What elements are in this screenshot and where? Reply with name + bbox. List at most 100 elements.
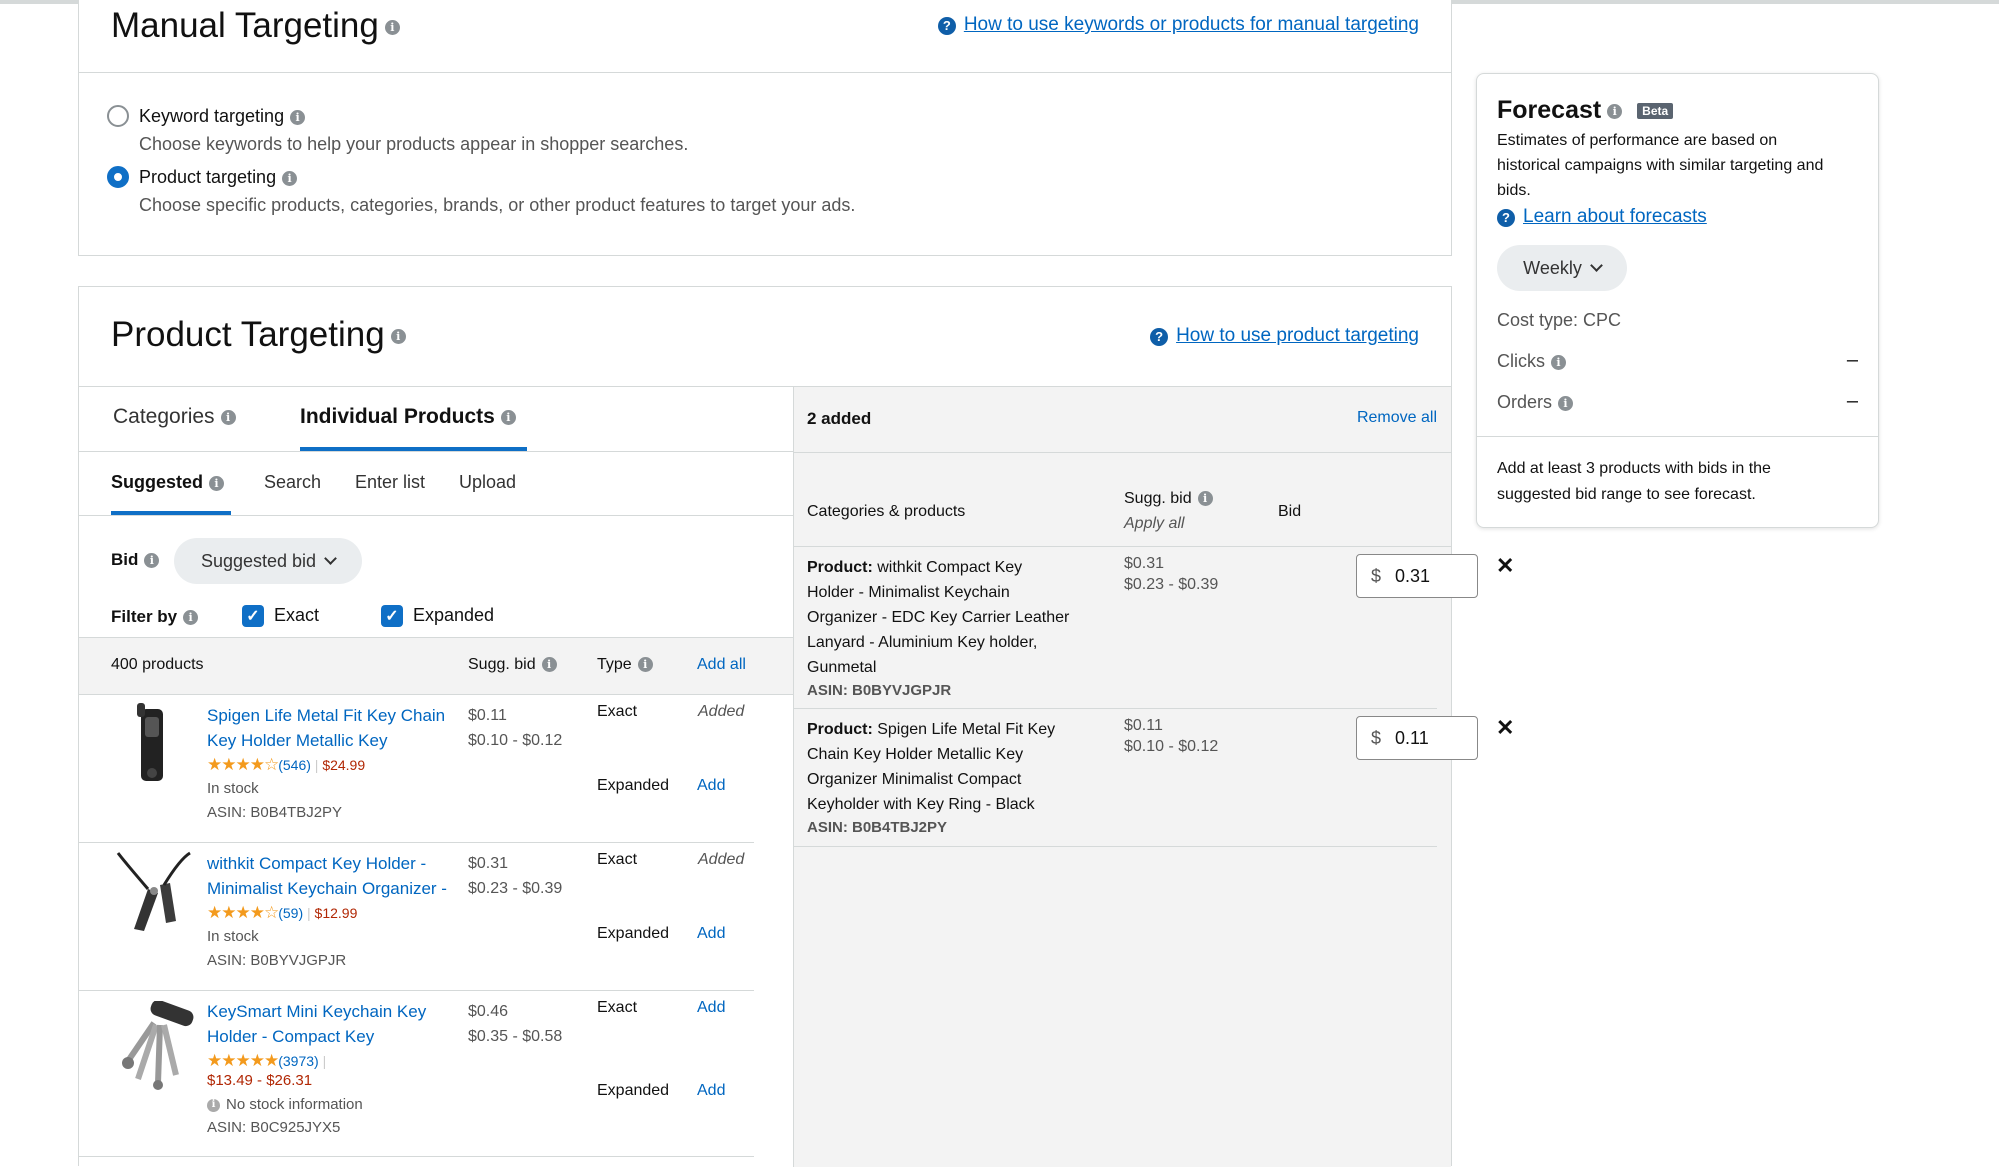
- info-icon[interactable]: i: [1197, 491, 1213, 507]
- keyword-targeting-label[interactable]: Keyword targeting i: [139, 106, 306, 127]
- add-button[interactable]: Add: [697, 1082, 725, 1100]
- divider: [1477, 436, 1878, 437]
- keyword-targeting-label-text[interactable]: Keyword targeting: [139, 106, 284, 126]
- sugg-bid: $0.31 $0.23 - $0.39: [1124, 553, 1218, 595]
- info-icon[interactable]: i: [637, 657, 653, 673]
- info-icon[interactable]: i: [541, 657, 557, 673]
- period-select-value[interactable]: Weekly: [1523, 258, 1582, 279]
- help-icon: ?: [937, 16, 956, 35]
- star-rating-icon: ★★★★☆: [207, 755, 279, 774]
- filter-exact-label[interactable]: Exact: [274, 605, 319, 625]
- product-title-line[interactable]: KeySmart Mini Keychain Key: [207, 999, 426, 1024]
- product-targeting-desc: Choose specific products, categories, br…: [139, 195, 856, 215]
- asin: ASIN: B0B4TBJ2PY: [207, 804, 343, 821]
- product-targeting-label[interactable]: Product targeting i: [139, 167, 298, 188]
- info-icon[interactable]: i: [390, 329, 406, 345]
- manual-help-link[interactable]: ? How to use keywords or products for man…: [937, 14, 1419, 36]
- info-icon[interactable]: i: [282, 170, 298, 186]
- product-title-link[interactable]: withkit Compact Key Holder - Minimalist …: [207, 851, 447, 901]
- remove-all-button[interactable]: Remove all: [1357, 409, 1437, 427]
- forecast-note-line: suggested bid range to see forecast.: [1497, 486, 1756, 503]
- info-icon[interactable]: i: [384, 20, 400, 36]
- tab-categories[interactable]: Categories i: [113, 405, 236, 429]
- product-targeting-label-text[interactable]: Product targeting: [139, 167, 276, 187]
- learn-forecasts-link[interactable]: ? Learn about forecasts: [1497, 206, 1707, 228]
- product-title-line[interactable]: Minimalist Keychain Organizer -: [207, 876, 447, 901]
- divider: [793, 452, 1451, 453]
- product-title-link[interactable]: KeySmart Mini Keychain Key Holder - Comp…: [207, 999, 426, 1049]
- manual-help-link-text[interactable]: How to use keywords or products for manu…: [964, 14, 1419, 35]
- list-item: Spigen Life Metal Fit Key Chain Key Hold…: [79, 695, 754, 843]
- filter-expanded-checkbox[interactable]: ✓ Expanded: [381, 605, 494, 628]
- product-title-line[interactable]: withkit Compact Key Holder -: [207, 851, 447, 876]
- subtab-search[interactable]: Search: [264, 472, 321, 493]
- info-icon[interactable]: i: [1558, 395, 1574, 411]
- review-count[interactable]: (59): [278, 905, 303, 921]
- product-help-link-text[interactable]: How to use product targeting: [1176, 325, 1419, 346]
- bid-input[interactable]: $0.31: [1356, 554, 1478, 598]
- review-count[interactable]: (546): [278, 757, 311, 773]
- bid-input[interactable]: $0.11: [1356, 716, 1478, 760]
- apply-all-button[interactable]: Apply all: [1124, 515, 1184, 533]
- learn-forecasts-link-text[interactable]: Learn about forecasts: [1523, 206, 1707, 227]
- close-icon[interactable]: ✕: [1496, 553, 1514, 579]
- bid-label: Bid i: [111, 550, 160, 570]
- info-icon[interactable]: i: [220, 409, 236, 425]
- info-icon[interactable]: i: [1551, 354, 1566, 370]
- close-icon[interactable]: ✕: [1496, 715, 1514, 741]
- filter-expanded-label[interactable]: Expanded: [413, 605, 494, 625]
- subtab-suggested[interactable]: Suggested i: [111, 472, 225, 493]
- product-title-line[interactable]: Spigen Life Metal Fit Key Chain: [207, 703, 445, 728]
- forecast-description-line: historical campaigns with similar target…: [1497, 157, 1824, 174]
- product-title-line[interactable]: Key Holder Metallic Key: [207, 728, 445, 753]
- col-sugg-bid-text: Sugg. bid: [1124, 490, 1192, 507]
- period-select[interactable]: Weekly: [1497, 245, 1627, 291]
- product-help-link[interactable]: ? How to use product targeting: [1150, 325, 1419, 347]
- forecast-note-line: Add at least 3 products with bids in the: [1497, 460, 1771, 477]
- forecast-description: Estimates of performance are based on hi…: [1497, 128, 1823, 203]
- info-icon[interactable]: i: [144, 553, 160, 569]
- subtab-upload[interactable]: Upload: [459, 472, 516, 493]
- checkbox-checked-icon[interactable]: ✓: [242, 605, 264, 628]
- product-title-link[interactable]: Spigen Life Metal Fit Key Chain Key Hold…: [207, 703, 445, 753]
- subtab-suggested-label[interactable]: Suggested: [111, 472, 203, 492]
- info-icon[interactable]: i: [290, 109, 306, 125]
- tab-categories-label[interactable]: Categories: [113, 405, 215, 428]
- product-name-line: Keyholder with Key Ring - Black: [807, 796, 1035, 813]
- sugg-bid-value: $0.31: [468, 855, 509, 872]
- keyword-targeting-radio[interactable]: [107, 105, 129, 127]
- product-targeting-radio[interactable]: [107, 166, 129, 188]
- review-count[interactable]: (3973): [278, 1053, 318, 1069]
- info-icon[interactable]: i: [209, 475, 225, 491]
- info-icon[interactable]: i: [183, 610, 199, 626]
- add-button[interactable]: Add: [697, 999, 725, 1017]
- asin: ASIN: B0C925JYX5: [207, 1119, 341, 1136]
- match-type-exact: Exact: [597, 851, 638, 868]
- bid-input-value[interactable]: 0.31: [1395, 566, 1430, 587]
- product-thumbnail: [137, 703, 163, 781]
- forecast-title-text: Forecast: [1497, 96, 1602, 124]
- product-title-line[interactable]: Holder - Compact Key: [207, 1024, 426, 1049]
- filter-exact-checkbox[interactable]: ✓ Exact: [242, 605, 319, 628]
- tab-individual-products[interactable]: Individual Products i: [300, 405, 516, 429]
- asin: ASIN: B0BYVJGPJR: [807, 682, 952, 699]
- subtab-enter-list[interactable]: Enter list: [355, 472, 425, 493]
- cost-type: Cost type: CPC: [1497, 310, 1622, 330]
- tab-individual-products-label[interactable]: Individual Products: [300, 405, 495, 428]
- stock-status-text: No stock information: [226, 1096, 363, 1113]
- divider: [79, 451, 793, 452]
- stock-status: In stock: [207, 780, 259, 797]
- add-all-button[interactable]: Add all: [697, 656, 746, 674]
- product-prefix: Product:: [807, 559, 873, 576]
- bid-select[interactable]: Suggested bid: [174, 538, 362, 584]
- price: $24.99: [322, 757, 366, 773]
- bid-input-value[interactable]: 0.11: [1395, 728, 1429, 749]
- add-button[interactable]: Add: [697, 925, 725, 943]
- checkbox-checked-icon[interactable]: ✓: [381, 605, 403, 628]
- info-icon[interactable]: i: [1607, 103, 1623, 119]
- bid-select-value[interactable]: Suggested bid: [201, 551, 316, 572]
- chevron-down-icon: [1589, 259, 1603, 272]
- add-button[interactable]: Add: [697, 777, 725, 795]
- star-rating-icon: ★★★★★: [207, 1051, 279, 1070]
- info-icon[interactable]: i: [500, 409, 516, 425]
